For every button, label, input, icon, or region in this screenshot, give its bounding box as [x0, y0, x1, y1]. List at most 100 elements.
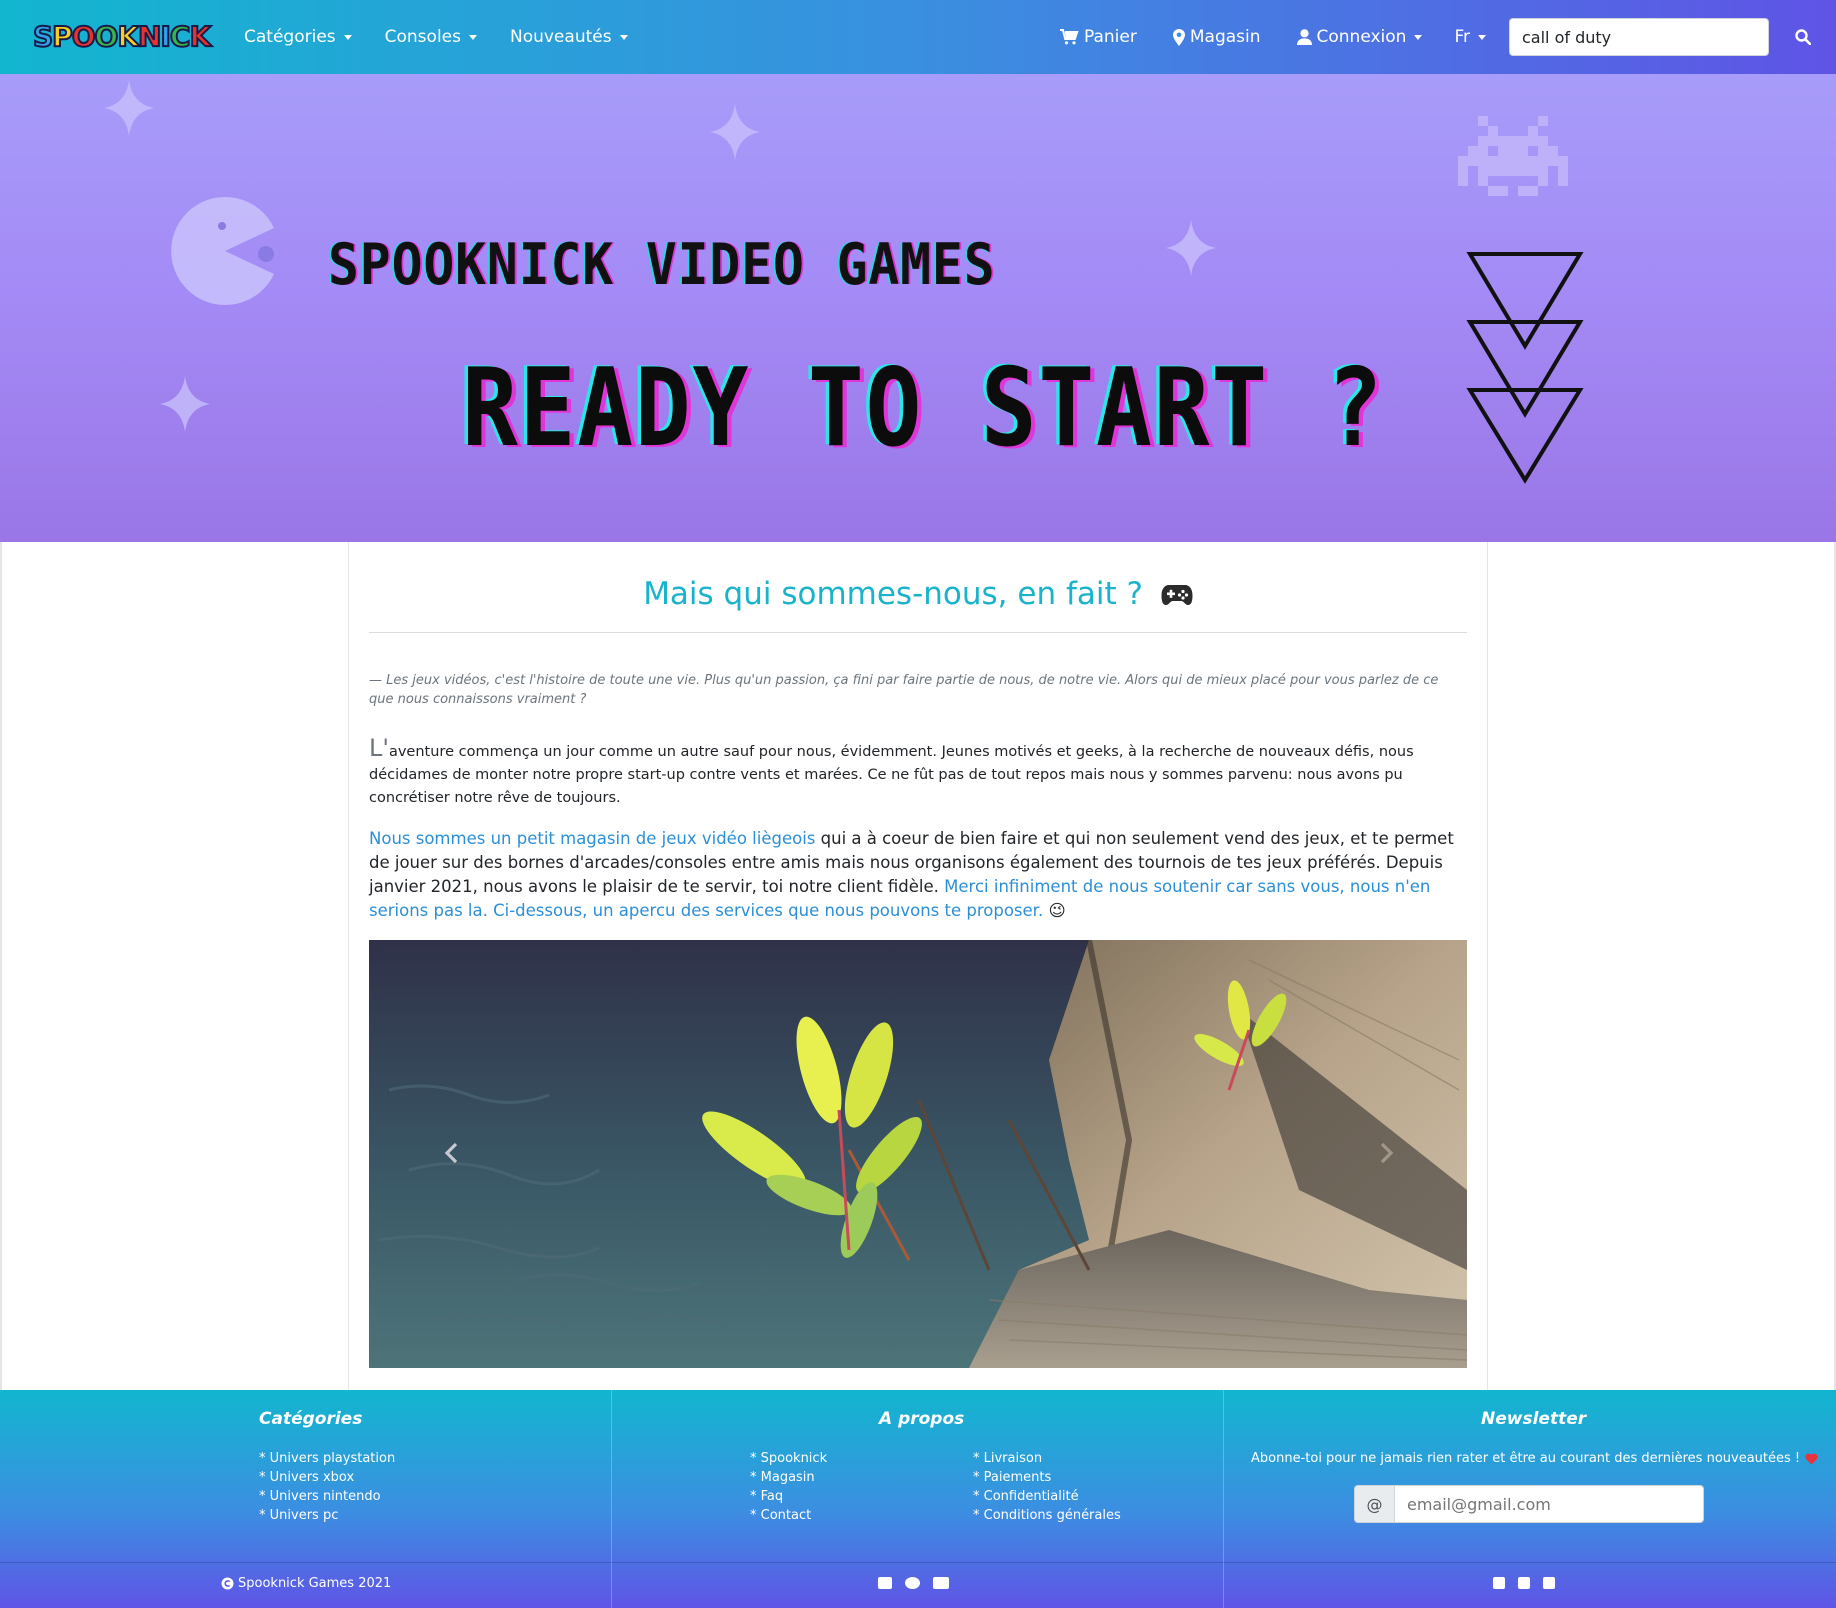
space-invader-icon	[1458, 116, 1568, 196]
sparkle-icon	[104, 80, 154, 136]
footer-categories-heading: Catégories	[259, 1409, 363, 1429]
logo-letter: N	[137, 19, 162, 54]
copyright: Spooknick Games 2021	[221, 1576, 391, 1591]
footer-bottom-divider	[0, 1562, 1836, 1563]
chevron-down-icon	[1414, 34, 1423, 40]
wink-emoji: 😉	[1048, 901, 1066, 920]
footer-link-pc[interactable]: * Univers pc	[259, 1506, 395, 1525]
nav-left: Catégories Consoles Nouveautés	[244, 0, 661, 74]
search-icon	[1795, 29, 1811, 45]
search-button[interactable]	[1790, 24, 1816, 50]
footer-link-nintendo[interactable]: * Univers nintendo	[259, 1487, 395, 1506]
chevron-left-icon	[444, 1142, 458, 1164]
footer-link-payments[interactable]: * Paiements	[973, 1468, 1121, 1487]
pacman-icon	[171, 197, 274, 305]
dropcap: L'	[369, 734, 389, 762]
story-paragraph: L'aventure commença un jour comme un aut…	[369, 734, 1467, 810]
search-input[interactable]	[1509, 18, 1769, 56]
gamepad-icon	[1161, 578, 1193, 614]
sparkle-icon	[710, 104, 760, 160]
logo-letter: I	[159, 19, 172, 54]
logo-letter: O	[71, 19, 97, 54]
intro-quote: — Les jeux vidéos, c'est l'histoire de t…	[369, 673, 1439, 707]
navbar: SPOOKNICK Catégories Consoles Nouveautés…	[0, 0, 1836, 74]
logo-letter: C	[169, 19, 191, 54]
footer-link-playstation[interactable]: * Univers playstation	[259, 1449, 395, 1468]
about-paragraph: Nous sommes un petit magasin de jeux vid…	[369, 827, 1467, 923]
copyright-text: Spooknick Games 2021	[238, 1576, 392, 1591]
image-carousel[interactable]	[369, 940, 1467, 1368]
footer-link-delivery[interactable]: * Livraison	[973, 1449, 1121, 1468]
nav-categories-label: Catégories	[244, 27, 336, 47]
instagram-icon[interactable]	[1543, 1577, 1555, 1589]
shop-link[interactable]: Nous sommes un petit magasin de jeux vid…	[369, 829, 815, 848]
nav-new-label: Nouveautés	[509, 27, 612, 47]
nav-store-label: Magasin	[1189, 27, 1261, 47]
sparkle-icon	[1166, 220, 1216, 276]
footer-divider	[1223, 1390, 1224, 1608]
brand-logo[interactable]: SPOOKNICK	[32, 19, 212, 54]
footer-divider	[611, 1390, 612, 1608]
footer-link-spooknick[interactable]: * Spooknick	[750, 1449, 827, 1468]
payment-icons	[878, 1577, 949, 1589]
sparkle-icon	[160, 376, 210, 432]
cart-icon	[1060, 29, 1079, 45]
map-marker-icon	[1172, 28, 1185, 46]
nav-login-dropdown[interactable]: Connexion	[1296, 27, 1423, 47]
visa-icon	[878, 1577, 892, 1589]
footer-link-terms[interactable]: * Conditions générales	[973, 1506, 1121, 1525]
at-sign-addon: @	[1354, 1485, 1395, 1523]
newsletter-form: @	[1354, 1485, 1704, 1523]
footer-about-list-2: * Livraison * Paiements * Confidentialit…	[973, 1449, 1121, 1525]
newsletter-text: Abonne-toi pour ne jamais rien rater et …	[1251, 1451, 1801, 1466]
nav-cart-label: Panier	[1084, 27, 1137, 47]
facebook-icon[interactable]	[1518, 1577, 1530, 1589]
footer-link-contact[interactable]: * Contact	[750, 1506, 827, 1525]
carousel-prev-button[interactable]	[440, 1140, 464, 1166]
triangles-decoration	[1466, 252, 1584, 484]
footer-link-privacy[interactable]: * Confidentialité	[973, 1487, 1121, 1506]
user-icon	[1296, 29, 1312, 45]
footer-link-store[interactable]: * Magasin	[750, 1468, 827, 1487]
carousel-next-button[interactable]	[1374, 1140, 1398, 1166]
nav-new-dropdown[interactable]: Nouveautés	[510, 27, 628, 47]
nav-language-label: Fr	[1454, 27, 1470, 47]
chevron-down-icon	[343, 34, 352, 40]
newsletter-email-input[interactable]	[1395, 1485, 1704, 1523]
nav-consoles-label: Consoles	[384, 27, 461, 47]
footer-link-xbox[interactable]: * Univers xbox	[259, 1468, 395, 1487]
footer-link-faq[interactable]: * Faq	[750, 1487, 827, 1506]
logo-letter: S	[32, 19, 54, 54]
footer-categories-list: * Univers playstation * Univers xbox * U…	[259, 1449, 395, 1525]
twitter-icon[interactable]	[1493, 1577, 1505, 1589]
nav-login-label: Connexion	[1316, 27, 1407, 47]
logo-letter: K	[116, 19, 140, 54]
footer-newsletter-heading: Newsletter	[1481, 1409, 1587, 1429]
nav-store-link[interactable]: Magasin	[1172, 27, 1261, 47]
mastercard-icon	[905, 1577, 920, 1589]
hero-banner: SPOOKNICK VIDEO GAMES READY TO START ?	[0, 74, 1836, 542]
carousel-image	[369, 940, 1467, 1368]
chevron-down-icon	[1478, 34, 1486, 40]
chevron-right-icon	[1380, 1142, 1394, 1164]
copyright-icon	[221, 1577, 234, 1590]
hero-subtitle: READY TO START ?	[462, 346, 1385, 471]
heading-divider	[369, 632, 1467, 633]
section-heading-text: Mais qui sommes-nous, en fait ?	[643, 576, 1143, 612]
nav-consoles-dropdown[interactable]: Consoles	[385, 27, 477, 47]
chevron-down-icon	[468, 34, 477, 40]
heart-icon	[1805, 1453, 1818, 1464]
logo-letter: O	[94, 19, 120, 54]
nav-cart-link[interactable]: Panier	[1060, 27, 1137, 47]
left-border	[0, 542, 2, 1390]
chevron-down-icon	[619, 34, 628, 40]
logo-letter: K	[188, 19, 212, 54]
social-icons	[1493, 1577, 1555, 1589]
footer-about-list-1: * Spooknick * Magasin * Faq * Contact	[750, 1449, 827, 1525]
nav-language-dropdown[interactable]: Fr	[1454, 27, 1486, 47]
nav-categories-dropdown[interactable]: Catégories	[244, 27, 352, 47]
section-heading: Mais qui sommes-nous, en fait ?	[369, 576, 1467, 614]
nav-right: Panier Magasin Connexion Fr	[1060, 0, 1486, 74]
hero-title: SPOOKNICK VIDEO GAMES	[328, 232, 996, 298]
story-text: aventure commença un jour comme un autre…	[369, 744, 1414, 806]
